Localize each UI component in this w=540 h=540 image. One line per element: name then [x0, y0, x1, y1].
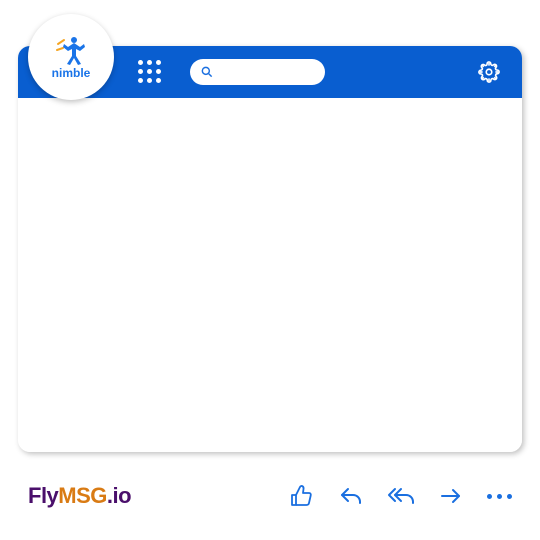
footer-actions — [287, 482, 512, 510]
reply-all-button[interactable] — [387, 482, 415, 510]
brand-part-msg: MSG — [58, 483, 107, 508]
reply-icon — [339, 484, 363, 508]
like-button[interactable] — [287, 482, 315, 510]
brand-logo-badge: nimble — [28, 14, 114, 100]
brand-name: nimble — [52, 66, 91, 80]
more-dots-icon — [487, 494, 492, 499]
thumbs-up-icon — [289, 484, 313, 508]
reply-all-icon — [387, 484, 415, 508]
forward-button[interactable] — [437, 482, 465, 510]
more-button[interactable] — [487, 494, 512, 499]
app-window: nimble — [18, 46, 522, 452]
search-icon — [200, 65, 214, 79]
settings-button[interactable] — [476, 59, 502, 85]
search-input[interactable] — [220, 65, 315, 80]
gear-icon — [478, 61, 500, 83]
footer-brand: FlyMSG.io — [28, 483, 131, 509]
apps-grid-icon[interactable] — [138, 60, 162, 84]
reply-button[interactable] — [337, 482, 365, 510]
brand-part-io: .io — [107, 483, 131, 508]
search-box[interactable] — [190, 59, 325, 85]
content-area — [18, 98, 522, 452]
footer-bar: FlyMSG.io — [0, 470, 540, 540]
forward-arrow-icon — [439, 484, 463, 508]
brand-part-fly: Fly — [28, 483, 58, 508]
nimble-star-icon — [52, 34, 90, 68]
